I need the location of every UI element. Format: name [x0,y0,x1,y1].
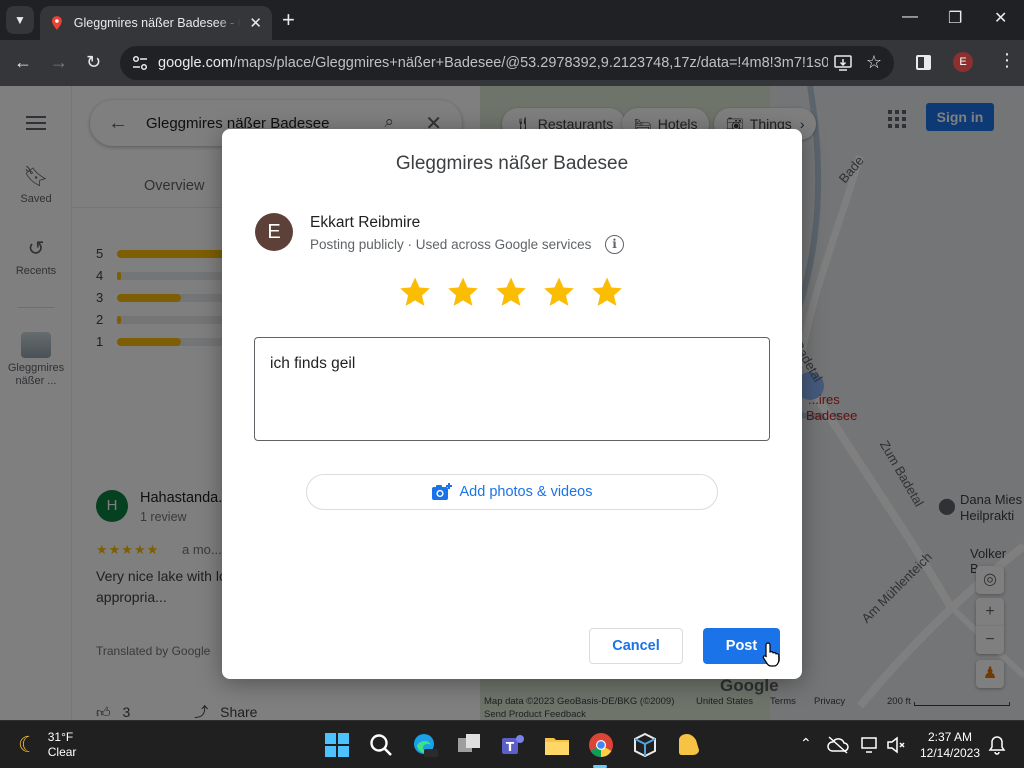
add-photos-label: Add photos & videos [459,484,593,500]
notification-bell-icon[interactable] [988,735,1006,755]
tab-close-icon[interactable]: ✕ [249,14,262,32]
profile-avatar[interactable]: E [953,52,973,72]
info-icon[interactable]: i [605,235,624,254]
star-5-icon[interactable] [590,275,624,309]
star-3-icon[interactable] [494,275,528,309]
star-rating [398,275,638,309]
browser-titlebar: ▼ Gleggmires näßer Badesee - Google Maps… [0,0,1024,40]
star-2-icon[interactable] [446,275,480,309]
window-close-icon[interactable]: ✕ [994,8,1007,28]
clock-time: 2:37 AM [927,730,973,744]
cloud-offline-icon[interactable] [827,735,849,755]
site-info-icon[interactable] [132,55,148,71]
add-photo-icon [432,483,453,500]
reload-icon[interactable]: ↻ [86,52,101,72]
network-icon[interactable] [860,735,880,755]
cancel-button[interactable]: Cancel [589,628,683,664]
sticky-notes-icon[interactable] [676,732,702,758]
hand-cursor-icon [762,642,780,667]
clock-date: 12/14/2023 [919,746,981,760]
back-arrow-icon[interactable]: ← [14,52,32,72]
user-avatar: E [255,213,293,251]
new-tab-button[interactable]: + [282,8,295,32]
start-icon[interactable] [324,732,350,758]
install-app-icon[interactable] [834,54,852,72]
chrome-menu-icon[interactable]: ⋮ [998,50,1016,71]
edge-beta-icon[interactable] [412,732,438,758]
svg-text:T: T [506,740,515,754]
forward-arrow-icon[interactable]: → [50,52,68,72]
taskbar: ☾ 31°F Clear T ⌃ 2:37 AM 12/14/2023 [0,720,1024,768]
volume-muted-icon[interactable] [886,735,906,755]
browser-tab[interactable]: Gleggmires näßer Badesee - Google Maps ✕ [40,6,272,40]
moon-icon: ☾ [18,732,38,757]
weather-temp: 31°F [47,730,74,744]
bookmark-star-icon[interactable]: ☆ [866,52,882,73]
tab-title: Gleggmires näßer Badesee - Google Maps [73,16,242,30]
url-path: /maps/place/Gleggmires+näßer+Badesee/@53… [232,55,828,71]
review-dialog: Gleggmires näßer Badesee E Ekkart Reibmi… [222,129,802,679]
search-taskbar-icon[interactable] [368,732,394,758]
maps-favicon-icon [51,16,62,30]
system-clock[interactable]: 2:37 AM 12/14/2023 [918,729,982,761]
restore-icon[interactable]: ❐ [948,8,962,28]
task-view-icon[interactable] [456,732,482,758]
url-text: google.com/maps/place/Gleggmires+näßer+B… [158,55,828,71]
user-name: Ekkart Reibmire [310,214,421,231]
virtualbox-icon[interactable] [632,732,658,758]
star-1-icon[interactable] [398,275,432,309]
weather-condition: Clear [47,745,77,759]
address-bar[interactable]: google.com/maps/place/Gleggmires+näßer+B… [120,46,894,80]
star-4-icon[interactable] [542,275,576,309]
weather-widget[interactable]: ☾ 31°F Clear [18,730,76,760]
minimize-icon[interactable]: — [902,8,918,26]
teams-icon[interactable]: T [500,732,526,758]
url-host: google.com [158,55,233,71]
review-text-field[interactable]: ich finds geil [254,337,770,441]
side-panel-icon[interactable] [916,55,931,70]
posting-note: Posting publicly · Used across Google se… [310,237,592,252]
browser-toolbar: ← → ↻ google.com/maps/place/Gleggmires+n… [0,40,1024,86]
file-explorer-icon[interactable] [544,732,570,758]
tray-overflow-icon[interactable]: ⌃ [800,735,812,752]
dialog-title: Gleggmires näßer Badesee [395,153,629,174]
add-photos-button[interactable]: Add photos & videos [306,474,718,510]
tab-search-button[interactable]: ▼ [6,6,34,34]
chrome-icon[interactable] [588,732,614,758]
